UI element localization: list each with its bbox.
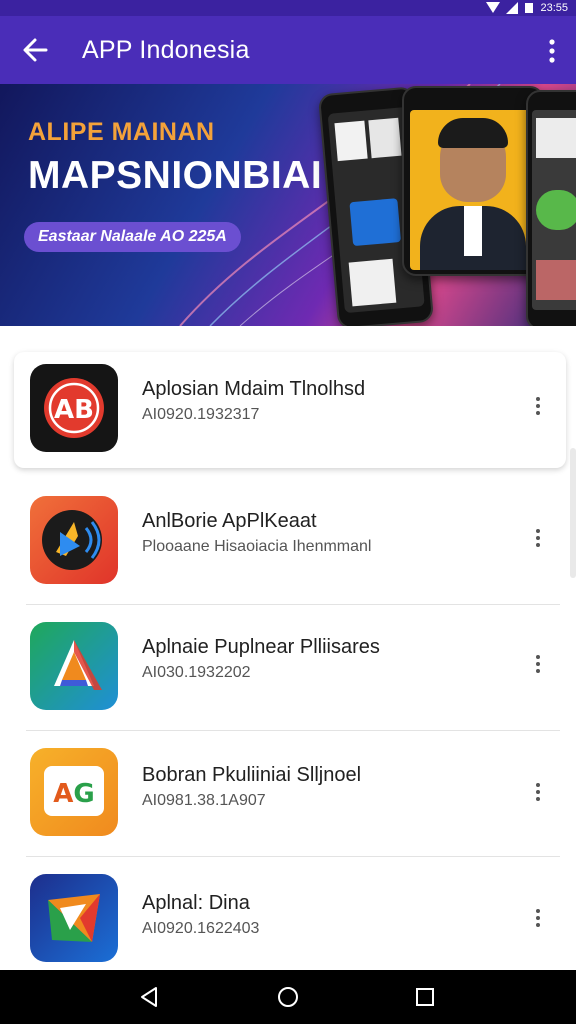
- wifi-icon: [486, 2, 501, 13]
- list-item[interactable]: Aplnaie Puplnear Plliisares AI030.193220…: [14, 608, 566, 724]
- nav-home-icon[interactable]: [276, 985, 300, 1009]
- ag-logo-icon: AG: [30, 748, 118, 836]
- more-options-icon[interactable]: [542, 38, 562, 64]
- app-bar: APP Indonesia: [0, 16, 576, 84]
- list-item[interactable]: Aplnal: Dina AI0920.1622403: [14, 860, 566, 976]
- scrollbar[interactable]: [570, 448, 576, 578]
- list-item[interactable]: AG Bobran Pkuliiniai Slljnoel AI0981.38.…: [14, 734, 566, 850]
- item-menu-button[interactable]: [532, 526, 544, 550]
- status-time: 23:55: [540, 2, 568, 14]
- list-item[interactable]: AnlBorie ApPlKeaat Plooaane Hisaoiacia I…: [14, 484, 566, 600]
- app-meta: AI0920.1932317: [142, 406, 260, 423]
- list-divider: [26, 730, 560, 731]
- folded-z-icon: [30, 874, 118, 962]
- list-item[interactable]: AB Aplosian Mdaim Tlnolhsd AI0920.193231…: [14, 352, 566, 468]
- banner-subtitle: ALIPE MAINAN: [28, 118, 215, 146]
- svg-text:AG: AG: [53, 779, 94, 809]
- system-nav-bar: [0, 970, 576, 1024]
- svg-text:AB: AB: [54, 395, 94, 425]
- app-meta: AI0981.38.1A907: [142, 792, 266, 809]
- app-name: Aplosian Mdaim Tlnolhsd: [142, 378, 366, 400]
- signal-icon: [506, 2, 519, 14]
- banner-pill-button[interactable]: Eastaar Nalaale AO 225A: [24, 222, 241, 252]
- item-menu-button[interactable]: [532, 652, 544, 676]
- promo-banner[interactable]: ALIPE MAINAN MAPSNIONBIAI Eastaar Nalaal…: [0, 84, 576, 326]
- page-title: APP Indonesia: [82, 35, 250, 64]
- audio-wave-icon: [30, 496, 118, 584]
- app-meta: AI030.1932202: [142, 664, 251, 681]
- nav-back-icon[interactable]: [138, 985, 160, 1009]
- back-button[interactable]: [0, 16, 70, 84]
- list-divider: [26, 856, 560, 857]
- status-bar: 23:55: [0, 0, 576, 16]
- app-name: AnlBorie ApPlKeaat: [142, 510, 317, 532]
- app-name: Aplnaie Puplnear Plliisares: [142, 636, 380, 658]
- phone-right: [526, 90, 576, 326]
- item-menu-button[interactable]: [532, 906, 544, 930]
- app-meta: Plooaane Hisaoiacia Ihenmmanl: [142, 538, 372, 555]
- app-meta: AI0920.1622403: [142, 920, 260, 937]
- ab-logo-icon: AB: [30, 364, 118, 452]
- app-name: Aplnal: Dina: [142, 892, 250, 914]
- banner-headline: MAPSNIONBIAI: [28, 154, 323, 197]
- battery-icon: [525, 3, 534, 13]
- app-name: Bobran Pkuliiniai Slljnoel: [142, 764, 362, 786]
- phone-center: [402, 86, 544, 276]
- list-divider: [26, 604, 560, 605]
- item-menu-button[interactable]: [532, 780, 544, 804]
- item-menu-button[interactable]: [532, 394, 544, 418]
- triangle-a-icon: [30, 622, 118, 710]
- nav-recents-icon[interactable]: [414, 985, 436, 1009]
- back-arrow-icon: [23, 38, 48, 62]
